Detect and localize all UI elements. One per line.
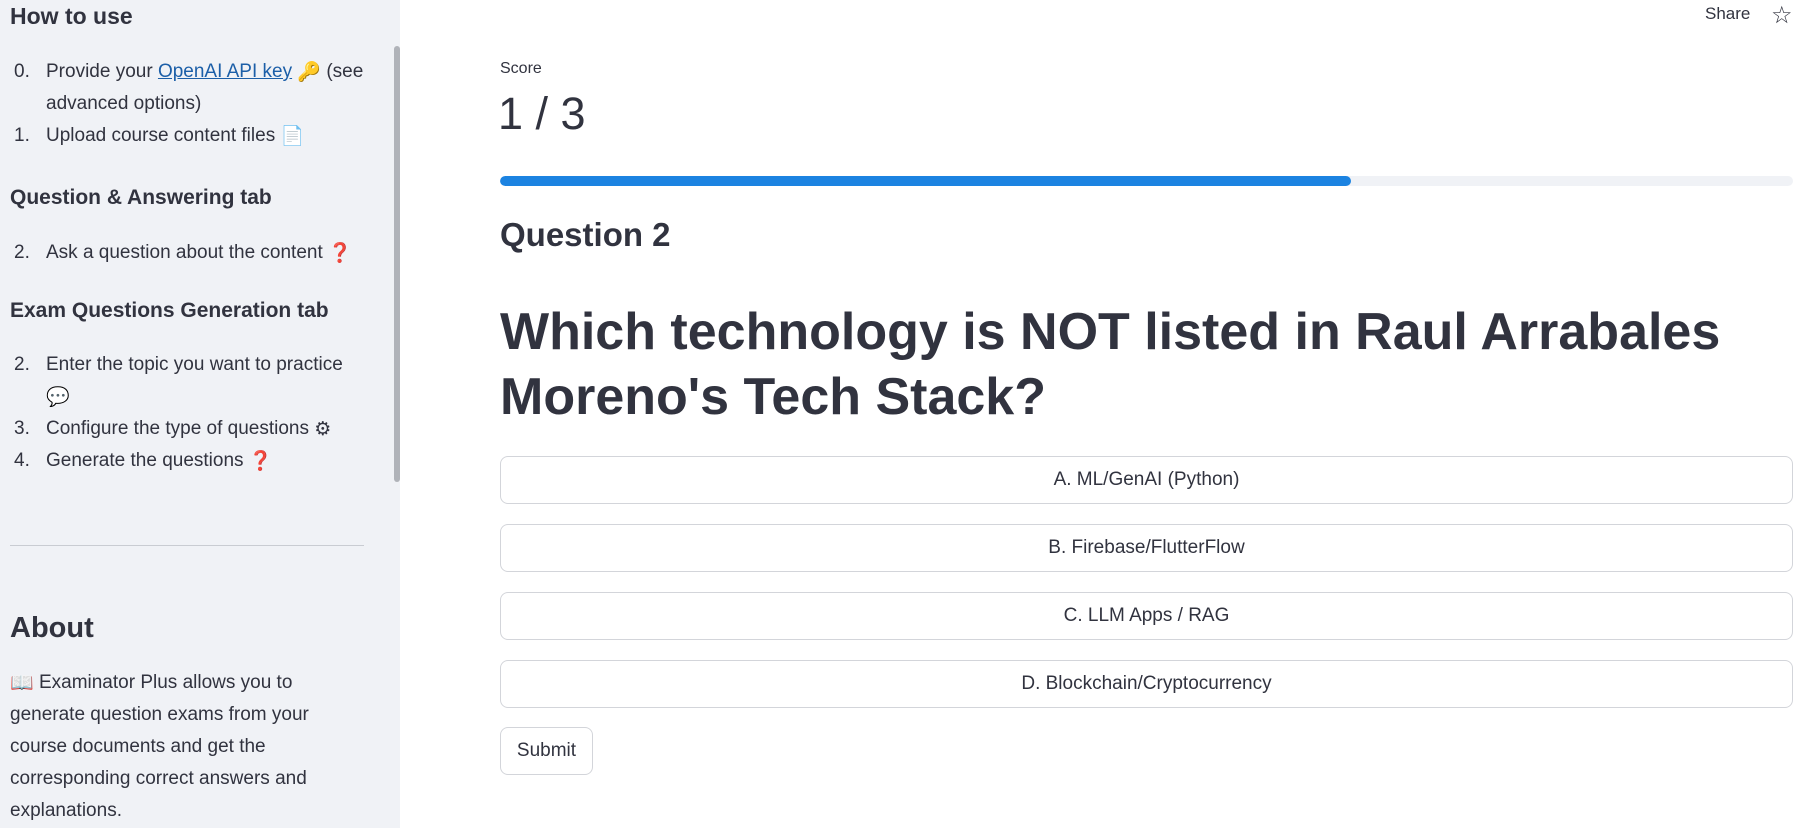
step-number: 1. [14, 125, 30, 146]
list-item-ask-question: 2. Ask a question about the content ❓ [10, 237, 370, 269]
score-label: Score [500, 60, 542, 77]
qa-tab-heading: Question & Answering tab [10, 186, 272, 209]
about-text: Examinator Plus allows you to generate q… [10, 672, 309, 821]
question-mark-icon: ❓ [328, 242, 352, 264]
step-number: 4. [14, 450, 30, 471]
sidebar-scrollbar-thumb[interactable] [394, 46, 400, 482]
open-book-icon: 📖 [10, 672, 34, 694]
how-to-use-heading: How to use [10, 3, 133, 29]
sidebar: How to use 0. Provide your OpenAI API ke… [0, 0, 400, 828]
progress-bar-fill [500, 176, 1351, 186]
step-text: Provide your [46, 61, 158, 82]
gear-icon: ⚙ [314, 418, 332, 440]
step-text: Ask a question about the content [46, 242, 323, 263]
page-icon: 📄 [280, 125, 305, 147]
step-text: Enter the topic you want to practice [46, 354, 343, 375]
about-heading: About [10, 612, 94, 644]
step-number: 2. [14, 354, 30, 375]
setup-steps-list: 0. Provide your OpenAI API key 🔑 (see ad… [10, 56, 370, 152]
exam-steps-list: 2. Enter the topic you want to practice … [10, 349, 370, 477]
question-number: Question 2 [500, 216, 671, 253]
step-number: 3. [14, 418, 30, 439]
sidebar-divider [10, 545, 364, 546]
list-item-provide-key: 0. Provide your OpenAI API key 🔑 (see ad… [10, 56, 370, 120]
list-item-generate-questions: 4. Generate the questions ❓ [10, 445, 370, 477]
step-text: Generate the questions [46, 450, 244, 471]
list-item-configure-type: 3. Configure the type of questions ⚙ [10, 413, 370, 445]
progress-bar [500, 176, 1793, 186]
step-text: Configure the type of questions [46, 418, 310, 439]
star-icon[interactable]: ☆ [1771, 1, 1793, 29]
share-button[interactable]: Share [1705, 4, 1750, 24]
list-item-upload-files: 1. Upload course content files 📄 [10, 120, 370, 152]
question-text: Which technology is NOT listed in Raul A… [500, 303, 1721, 426]
answer-option-a[interactable]: A. ML/GenAI (Python) [500, 456, 1793, 504]
step-number: 2. [14, 242, 30, 263]
submit-button[interactable]: Submit [500, 727, 593, 775]
question-mark-icon: ❓ [248, 450, 273, 472]
qa-steps-list: 2. Ask a question about the content ❓ [10, 237, 370, 269]
step-text: Upload course content files [46, 125, 276, 146]
about-description: 📖 Examinator Plus allows you to generate… [10, 667, 330, 827]
step-number: 0. [14, 61, 30, 82]
list-item-enter-topic: 2. Enter the topic you want to practice … [10, 349, 350, 413]
exam-tab-heading: Exam Questions Generation tab [10, 299, 329, 322]
answer-option-d[interactable]: D. Blockchain/Cryptocurrency [500, 660, 1793, 708]
answer-option-b[interactable]: B. Firebase/FlutterFlow [500, 524, 1793, 572]
answer-option-c[interactable]: C. LLM Apps / RAG [500, 592, 1793, 640]
openai-api-key-link[interactable]: OpenAI API key [158, 61, 292, 82]
score-value: 1 / 3 [498, 88, 586, 139]
speech-bubble-icon: 💬 [46, 386, 70, 408]
key-icon: 🔑 [297, 61, 322, 83]
